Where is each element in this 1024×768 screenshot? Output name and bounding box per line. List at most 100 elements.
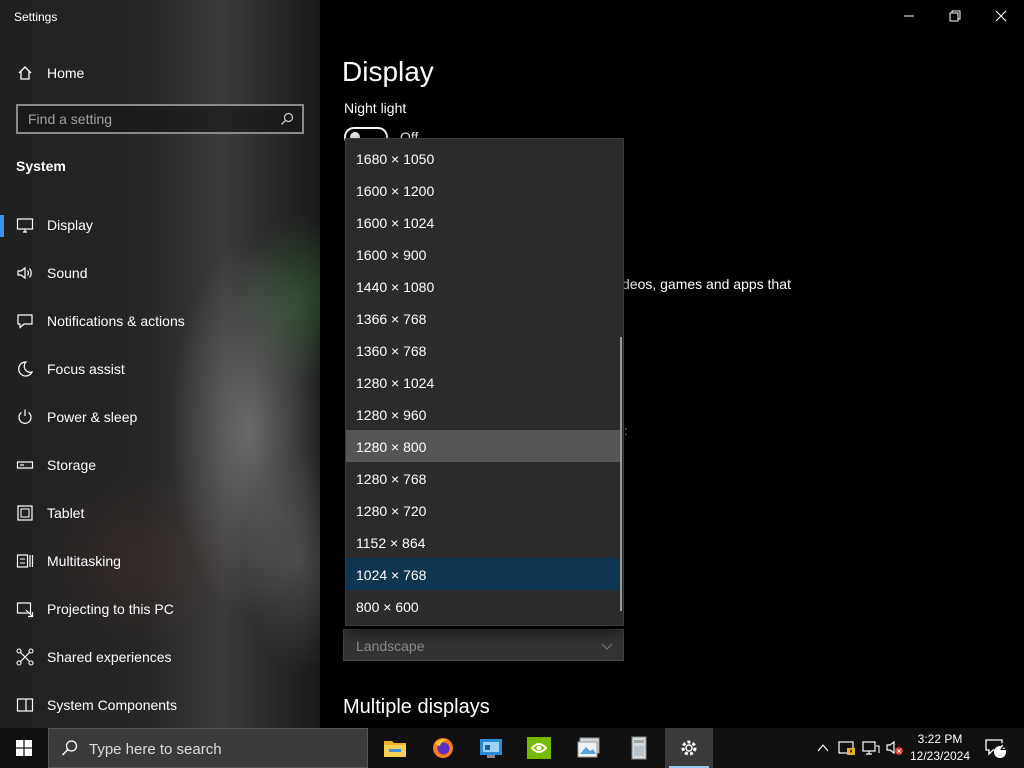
file-explorer-icon: [384, 741, 406, 757]
resolution-option-hovered[interactable]: 1280 × 800: [346, 430, 620, 462]
sidebar-item-display[interactable]: Display: [0, 203, 320, 247]
home-label: Home: [47, 65, 85, 81]
section-title-system: System: [16, 158, 66, 174]
sidebar-item-label: Focus assist: [47, 361, 125, 377]
resolution-option-label: 1440 × 1080: [356, 279, 435, 295]
find-setting-input[interactable]: Find a setting: [16, 104, 304, 134]
resolution-option-label: 1366 × 768: [356, 311, 427, 327]
tablet-icon: [17, 505, 33, 521]
resolution-option-label: 1680 × 1050: [356, 151, 435, 167]
resolution-option-label: 1280 × 1024: [356, 375, 435, 391]
resolution-dropdown-list[interactable]: 1680 × 1050 1600 × 1200 1600 × 1024 1600…: [345, 138, 624, 626]
notification-icon: [17, 314, 33, 329]
sidebar-item-shared-experiences[interactable]: Shared experiences: [0, 635, 320, 679]
orientation-dropdown[interactable]: Landscape: [343, 629, 624, 661]
control-panel-icon: [480, 739, 502, 758]
sidebar-item-storage[interactable]: Storage: [0, 443, 320, 487]
windows-logo-icon: [16, 740, 32, 756]
dropdown-scrollbar[interactable]: [620, 337, 622, 611]
resolution-option-selected[interactable]: 1024 × 768: [346, 558, 620, 590]
resolution-option[interactable]: 1600 × 1200: [346, 174, 620, 206]
taskbar-settings[interactable]: [665, 728, 713, 768]
power-icon: [18, 409, 32, 424]
resolution-option-label: 1280 × 768: [356, 471, 427, 487]
resolution-option[interactable]: 1440 × 1080: [346, 270, 620, 302]
taskbar-photos[interactable]: [565, 728, 613, 768]
taskbar-nvidia[interactable]: [515, 728, 563, 768]
firefox-icon: [433, 738, 453, 758]
sidebar-item-sound[interactable]: Sound: [0, 251, 320, 295]
orientation-value: Landscape: [356, 638, 425, 654]
resolution-option[interactable]: 1600 × 900: [346, 238, 620, 270]
resolution-option-label: 1280 × 720: [356, 503, 427, 519]
resolution-option-label: 1600 × 1024: [356, 215, 435, 231]
taskbar: Type here to search 3:22 PM 12/23/2024 2: [0, 728, 1024, 768]
sidebar-item-label: Power & sleep: [47, 409, 138, 425]
sidebar-item-label: Sound: [47, 265, 88, 281]
clock-date: 12/23/2024: [909, 749, 971, 763]
volume-muted-icon: [886, 740, 903, 755]
resolution-option[interactable]: 1600 × 1024: [346, 206, 620, 238]
security-tray-button[interactable]: [836, 728, 858, 768]
sidebar-item-multitasking[interactable]: Multitasking: [0, 539, 320, 583]
system-components-icon: [16, 698, 34, 712]
action-center-button[interactable]: 2: [980, 728, 1012, 768]
nvidia-icon: [527, 737, 551, 759]
volume-tray-button[interactable]: [884, 728, 906, 768]
sidebar-item-label: Display: [47, 217, 93, 233]
sidebar-item-notifications[interactable]: Notifications & actions: [0, 299, 320, 343]
resolution-option[interactable]: 1360 × 768: [346, 334, 620, 366]
show-hidden-icons-button[interactable]: [812, 728, 834, 768]
settings-icon: [681, 740, 697, 756]
sidebar-item-label: Tablet: [47, 505, 85, 521]
sidebar-item-focus-assist[interactable]: Focus assist: [0, 347, 320, 391]
restore-button[interactable]: [932, 0, 978, 32]
resolution-option[interactable]: 1280 × 960: [346, 398, 620, 430]
resolution-option[interactable]: 800 × 600: [346, 590, 620, 622]
resolution-option[interactable]: 1366 × 768: [346, 302, 620, 334]
notification-count-badge: 2: [1000, 742, 1006, 753]
taskbar-files[interactable]: [615, 728, 663, 768]
sidebar-item-label: Notifications & actions: [47, 313, 185, 329]
security-alert-icon: [838, 741, 855, 755]
resolution-option[interactable]: 1280 × 1024: [346, 366, 620, 398]
shared-experiences-icon: [16, 648, 34, 666]
sidebar-item-label: Shared experiences: [47, 649, 172, 665]
speaker-icon: [17, 266, 32, 280]
sidebar-item-tablet[interactable]: Tablet: [0, 491, 320, 535]
files-icon: [631, 736, 647, 760]
chevron-down-icon: [601, 643, 613, 650]
minimize-button[interactable]: [886, 0, 932, 32]
resolution-option-label: 1152 × 864: [356, 535, 426, 551]
start-button[interactable]: [0, 728, 48, 768]
taskbar-firefox[interactable]: [419, 728, 467, 768]
close-button[interactable]: [978, 0, 1024, 32]
taskbar-file-explorer[interactable]: [371, 728, 419, 768]
minimize-icon: [904, 15, 914, 17]
sidebar-item-power-sleep[interactable]: Power & sleep: [0, 395, 320, 439]
taskbar-clock[interactable]: 3:22 PM 12/23/2024: [906, 731, 974, 765]
find-setting-placeholder: Find a setting: [28, 111, 113, 127]
home-button[interactable]: Home: [0, 58, 320, 88]
storage-icon: [16, 461, 34, 469]
resolution-option-label: 800 × 600: [356, 599, 419, 615]
resolution-option-label: 1600 × 1200: [356, 183, 435, 199]
search-icon: [61, 740, 78, 756]
taskbar-control-panel[interactable]: [467, 728, 515, 768]
network-tray-button[interactable]: [860, 728, 882, 768]
sidebar-item-label: Projecting to this PC: [47, 601, 174, 617]
resolution-option[interactable]: 1280 × 720: [346, 494, 620, 526]
sidebar-item-system-components[interactable]: System Components: [0, 683, 320, 727]
photos-icon: [577, 737, 600, 758]
moon-icon: [18, 361, 34, 377]
resolution-option[interactable]: 1680 × 1050: [346, 142, 620, 174]
resolution-option-label: 1024 × 768: [356, 567, 427, 583]
sidebar-item-projecting[interactable]: Projecting to this PC: [0, 587, 320, 631]
resolution-option-label: 1280 × 800: [356, 439, 427, 455]
taskbar-search-box[interactable]: Type here to search: [48, 728, 368, 768]
resolution-option-label: 1280 × 960: [356, 407, 427, 423]
resolution-option[interactable]: 1280 × 768: [346, 462, 620, 494]
scale-description-text: deos, games and apps that: [622, 276, 791, 292]
multitasking-icon: [16, 554, 34, 568]
resolution-option[interactable]: 1152 × 864: [346, 526, 620, 558]
